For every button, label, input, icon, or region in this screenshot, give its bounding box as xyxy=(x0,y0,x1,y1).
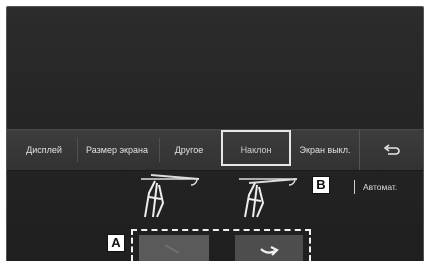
figure-frame: Дисплей Размер экрана Другое Наклон Экра… xyxy=(0,0,428,261)
tilt-down-arrow-icon xyxy=(164,244,180,254)
back-arrow-icon xyxy=(383,143,400,155)
menu-item-display[interactable]: Дисплей xyxy=(15,130,73,170)
menu-item-screen-off[interactable]: Экран выкл. xyxy=(295,130,355,170)
auto-button[interactable]: Автомат. xyxy=(363,182,397,192)
tilt-down-button[interactable] xyxy=(139,235,209,261)
menu-item-other[interactable]: Другое xyxy=(165,130,213,170)
settings-menu-bar: Дисплей Размер экрана Другое Наклон Экра… xyxy=(7,129,423,171)
display-screen: Дисплей Размер экрана Другое Наклон Экра… xyxy=(6,6,424,261)
menu-item-tilt[interactable]: Наклон xyxy=(221,130,291,166)
menu-divider xyxy=(77,138,78,162)
auto-divider xyxy=(354,180,355,194)
back-button[interactable] xyxy=(359,130,423,170)
callout-b: B xyxy=(312,176,330,194)
menu-divider xyxy=(159,138,160,162)
menu-item-screen-size[interactable]: Размер экрана xyxy=(81,130,153,170)
tilt-up-arrow-icon xyxy=(260,246,279,256)
callout-a: A xyxy=(107,234,125,252)
tilt-up-button[interactable] xyxy=(235,235,303,261)
screen-tilt-down-icon xyxy=(239,178,298,218)
screen-tilt-up-icon xyxy=(141,174,200,218)
